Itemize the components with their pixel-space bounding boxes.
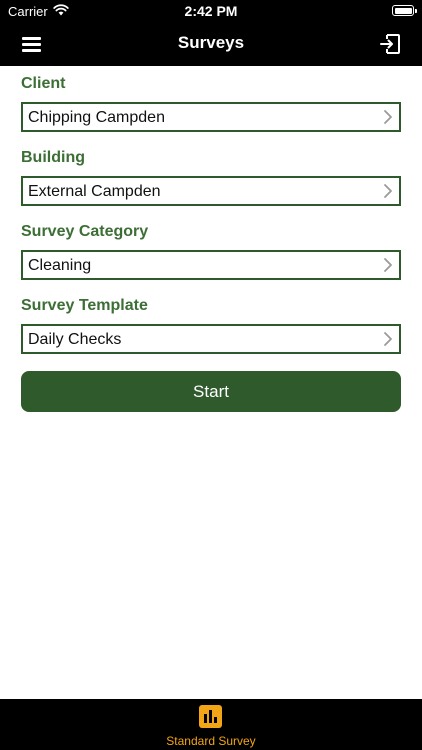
building-field: Building External Campden <box>21 149 401 206</box>
client-label: Client <box>21 75 66 92</box>
chevron-right-icon <box>384 258 392 272</box>
top-bar: Carrier 2:42 PM Surveys <box>0 0 422 66</box>
survey-category-field: Survey Category Cleaning <box>21 223 401 280</box>
tab-standard-survey-label: Standard Survey <box>166 734 256 748</box>
survey-template-label: Survey Template <box>21 297 148 314</box>
client-select[interactable]: Chipping Campden <box>21 102 401 132</box>
chevron-right-icon <box>384 184 392 198</box>
tab-bar: Standard Survey <box>0 699 422 750</box>
surveys-screen: Carrier 2:42 PM Surveys Client Chipping … <box>0 0 422 750</box>
survey-template-field: Survey Template Daily Checks <box>21 297 401 354</box>
logout-icon <box>380 34 400 54</box>
status-time: 2:42 PM <box>184 3 238 19</box>
battery-icon <box>392 5 417 16</box>
survey-form: Client Chipping Campden Building Externa… <box>21 66 401 412</box>
client-field: Client Chipping Campden <box>21 75 401 132</box>
chevron-right-icon <box>384 332 392 346</box>
chevron-right-icon <box>384 110 392 124</box>
client-value: Chipping Campden <box>28 109 165 126</box>
survey-category-label: Survey Category <box>21 223 149 240</box>
survey-template-value: Daily Checks <box>28 331 122 348</box>
survey-category-value: Cleaning <box>28 257 92 274</box>
building-select[interactable]: External Campden <box>21 176 401 206</box>
status-bar: Carrier 2:42 PM <box>0 0 422 22</box>
page-title: Surveys <box>177 33 245 52</box>
tab-standard-survey[interactable]: Standard Survey <box>0 699 422 750</box>
building-value: External Campden <box>28 183 161 200</box>
survey-category-select[interactable]: Cleaning <box>21 250 401 280</box>
survey-template-select[interactable]: Daily Checks <box>21 324 401 354</box>
navigation-bar: Surveys <box>0 22 422 66</box>
bar-chart-icon <box>199 705 222 728</box>
logout-button[interactable] <box>378 32 402 56</box>
building-label: Building <box>21 149 85 166</box>
start-button[interactable]: Start <box>21 371 401 412</box>
